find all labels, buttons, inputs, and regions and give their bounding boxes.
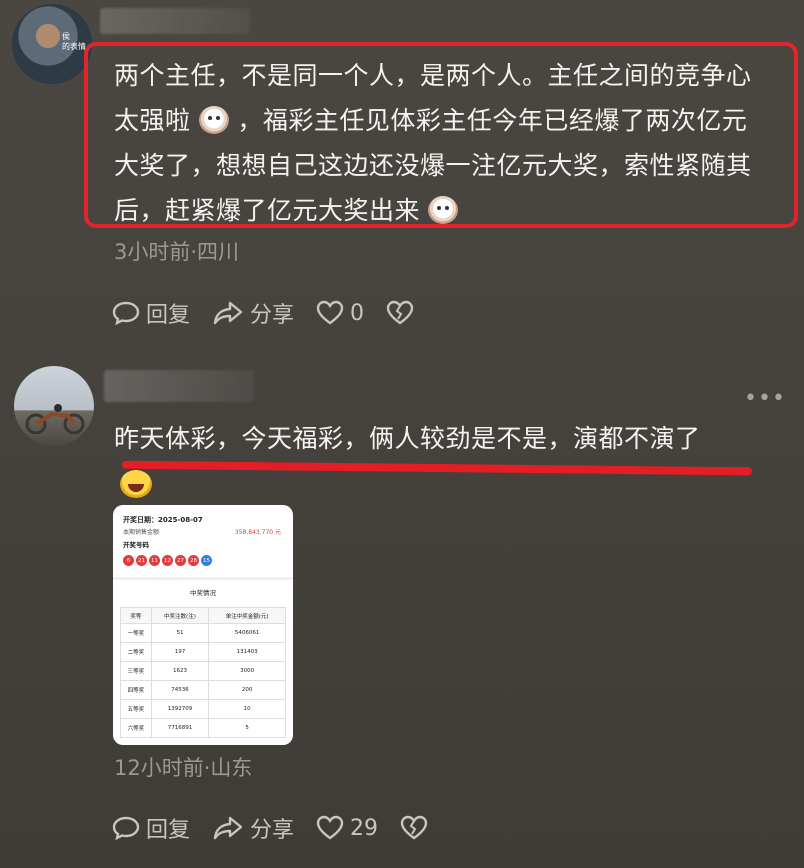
table-cell: 10 xyxy=(208,699,286,719)
comment-actions: 回复 分享 29 xyxy=(112,812,456,844)
table-header-row: 奖等 中奖注数(注) 单注中奖金额(元) xyxy=(120,607,286,624)
more-options-icon[interactable]: ••• xyxy=(744,386,786,411)
share-label: 分享 xyxy=(250,303,295,328)
prize-section-title: 中奖情况 xyxy=(190,589,216,597)
like-button[interactable]: 0 xyxy=(316,300,364,326)
username-blurred[interactable] xyxy=(100,8,250,34)
table-row: 五等奖 1392709 10 xyxy=(120,699,286,719)
column-header: 中奖注数(注) xyxy=(150,607,210,624)
broken-heart-icon xyxy=(386,300,414,325)
comment-meta: 12小时前·山东 xyxy=(114,756,253,780)
red-ball: 21 xyxy=(136,555,147,566)
comment-line: 太强啦 ，福彩主任见体彩主任今年已经爆了两次亿元 xyxy=(114,98,747,143)
table-row: 四等奖 74536 200 xyxy=(120,680,286,700)
avatar[interactable] xyxy=(14,366,94,446)
lottery-result-image[interactable]: 开奖日期：2025-08-07 本期销售金额 358,843,770 元 开奖号… xyxy=(113,505,293,745)
share-icon xyxy=(213,301,243,325)
table-cell: 5 xyxy=(208,718,286,738)
column-header: 单注中奖金额(元) xyxy=(208,607,286,624)
dislike-button[interactable] xyxy=(400,815,434,841)
avatar-caption: 侯 的表情 xyxy=(62,32,86,51)
reply-button[interactable]: 回复 xyxy=(112,812,190,844)
comment-segment: ，福彩主任见体彩主任今年已经爆了两次亿元 xyxy=(237,106,748,135)
comment-line: 后，赶紧爆了亿元大奖出来 xyxy=(114,188,459,233)
table-cell: 200 xyxy=(208,680,286,700)
table-cell: 197 xyxy=(150,642,210,662)
avatar[interactable]: 侯 的表情 xyxy=(12,4,92,84)
like-count: 29 xyxy=(350,815,379,841)
heart-icon xyxy=(316,815,344,840)
sales-value: 358,843,770 元 xyxy=(234,529,281,536)
comment-line: 两个主任，不是同一个人，是两个人。主任之间的竞争心 xyxy=(114,61,752,90)
sales-label: 本期销售金额 xyxy=(123,529,160,536)
table-cell: 五等奖 xyxy=(120,699,152,719)
reply-label: 回复 xyxy=(146,303,191,328)
reply-icon xyxy=(112,816,140,841)
table-cell: 1392709 xyxy=(150,699,210,719)
comment-actions: 回复 分享 0 xyxy=(112,297,442,329)
divider xyxy=(113,577,293,580)
table-cell: 一等奖 xyxy=(120,623,152,643)
numbers-label: 开奖号码 xyxy=(123,541,149,549)
winning-numbers: 6 21 11 12 27 28 15 xyxy=(123,555,212,566)
motorcycle-icon xyxy=(25,404,85,434)
broken-heart-icon xyxy=(400,815,428,840)
table-cell: 六等奖 xyxy=(120,718,152,738)
red-ball: 11 xyxy=(149,555,160,566)
table-cell: 3000 xyxy=(208,661,286,681)
table-row: 六等奖 7716891 5 xyxy=(120,718,286,738)
table-cell: 四等奖 xyxy=(120,680,152,700)
comment-segment: 后，赶紧爆了亿元大奖出来 xyxy=(114,196,421,225)
laughing-emoji-icon xyxy=(120,470,152,498)
dislike-button[interactable] xyxy=(386,300,420,326)
red-ball: 28 xyxy=(188,555,199,566)
red-ball: 12 xyxy=(162,555,173,566)
table-cell: 5406061 xyxy=(208,623,286,643)
comment-meta: 3小时前·四川 xyxy=(114,240,240,264)
table-cell: 1623 xyxy=(150,661,210,681)
comment-segment: 太强啦 xyxy=(114,106,191,135)
share-icon xyxy=(213,816,243,840)
like-button[interactable]: 29 xyxy=(316,815,378,841)
share-button[interactable]: 分享 xyxy=(212,812,294,844)
table-cell: 三等奖 xyxy=(120,661,152,681)
table-row: 二等奖 197 131403 xyxy=(120,642,286,662)
table-row: 三等奖 1623 3000 xyxy=(120,661,286,681)
username-blurred[interactable] xyxy=(104,370,254,402)
comment-text: 昨天体彩，今天福彩，俩人较劲是不是，演都不演了 xyxy=(114,424,701,453)
cat-emoji-icon xyxy=(198,106,229,134)
blue-ball: 15 xyxy=(201,555,212,566)
like-count: 0 xyxy=(350,300,365,326)
reply-icon xyxy=(112,301,140,326)
table-cell: 74536 xyxy=(150,680,210,700)
share-button[interactable]: 分享 xyxy=(212,297,294,329)
table-cell: 二等奖 xyxy=(120,642,152,662)
column-header: 奖等 xyxy=(120,607,152,624)
highlight-underline xyxy=(121,460,753,476)
comment-line: 大奖了，想想自己这边还没爆一注亿元大奖，索性紧随其 xyxy=(114,151,752,180)
table-cell: 131403 xyxy=(208,642,286,662)
draw-date: 开奖日期：2025-08-07 xyxy=(123,516,203,524)
prize-table: 奖等 中奖注数(注) 单注中奖金额(元) 一等奖 51 5406061 二等奖 197… xyxy=(120,607,286,738)
reply-button[interactable]: 回复 xyxy=(112,297,190,329)
heart-icon xyxy=(316,300,344,325)
table-row: 一等奖 51 5406061 xyxy=(120,623,286,643)
red-ball: 27 xyxy=(175,555,186,566)
table-cell: 51 xyxy=(150,623,210,643)
red-ball: 6 xyxy=(123,555,134,566)
share-label: 分享 xyxy=(250,818,295,843)
cat-emoji-icon xyxy=(428,196,459,224)
table-cell: 7716891 xyxy=(150,718,210,738)
reply-label: 回复 xyxy=(146,818,191,843)
